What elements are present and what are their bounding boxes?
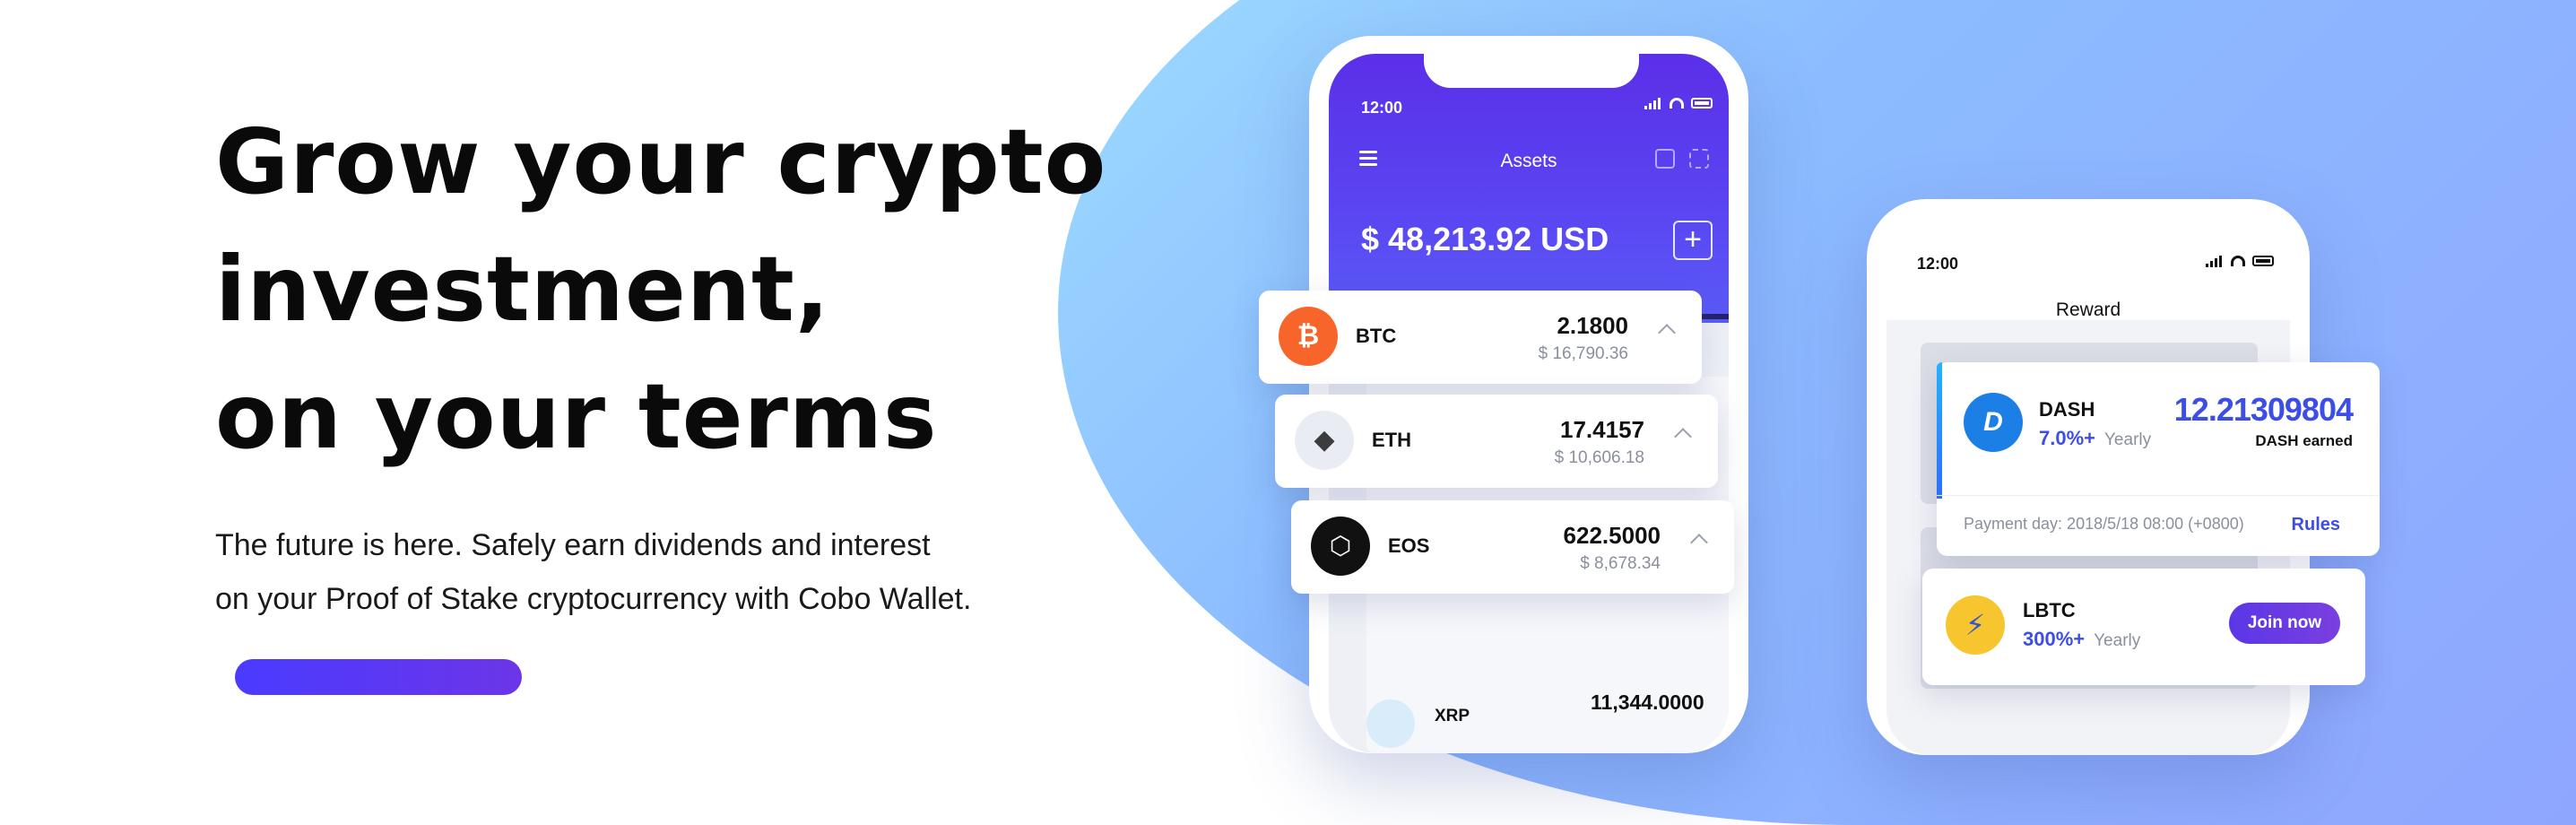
earned-label: DASH earned (2255, 432, 2353, 449)
coin-card-eth[interactable]: ◆ ETH 17.4157 $ 10,606.18 (1275, 395, 1718, 488)
hero-subtitle: The future is here. Safely earn dividend… (215, 518, 1112, 626)
rate-label: Yearly (2104, 430, 2152, 449)
wallet-card-icon[interactable] (1655, 149, 1675, 169)
coin-name: LBTC (2023, 599, 2076, 621)
coin-card-btc[interactable]: ₿ BTC 2.1800 $ 16,790.36 (1259, 291, 1702, 384)
chevron-up-icon[interactable] (1690, 534, 1708, 551)
add-asset-button[interactable]: + (1673, 221, 1713, 260)
earned-amount: 12.21309804 (2173, 391, 2354, 428)
battery-icon (1691, 98, 1713, 109)
reward-card-dash[interactable]: DASH 7.0%+ Yearly 12.21309804 DASH earned… (1937, 362, 2380, 556)
hero-subtitle-line: on your Proof of Stake cryptocurrency wi… (215, 582, 972, 616)
yearly-rate: 7.0%+ Yearly (2039, 427, 2151, 450)
battery-icon (2252, 256, 2274, 266)
coin-usd-value: $ 16,790.36 (1538, 344, 1628, 363)
signal-icon (1644, 97, 1662, 109)
cta-button[interactable] (235, 659, 522, 695)
bitcoin-icon: ₿ (1279, 307, 1338, 366)
coin-amount: 2.1800 (1557, 312, 1628, 339)
rate-label: Yearly (2094, 631, 2141, 650)
wifi-icon (2231, 256, 2245, 266)
status-time: 12:00 (1917, 255, 1959, 273)
coin-symbol: ETH (1372, 429, 1411, 451)
chevron-up-icon[interactable] (1658, 324, 1676, 342)
coin-card-eos[interactable]: ⬡ EOS 622.5000 $ 8,678.34 (1291, 500, 1734, 594)
coin-symbol: EOS (1388, 534, 1430, 557)
assets-header (1329, 54, 1729, 323)
join-now-button[interactable]: Join now (2229, 603, 2340, 644)
ethereum-icon: ◆ (1295, 411, 1354, 470)
coin-amount: 17.4157 (1560, 416, 1644, 443)
lightning-bitcoin-icon: ⚡ (1946, 595, 2005, 655)
eos-icon: ⬡ (1311, 517, 1370, 576)
payment-day: Payment day: 2018/5/18 08:00 (+0800) (1964, 515, 2244, 533)
status-icons (1644, 97, 1713, 109)
hero-title-line: Grow your crypto (215, 109, 1107, 214)
ripple-icon (1366, 699, 1415, 748)
screen-title: Reward (2055, 300, 2121, 320)
yearly-rate: 300%+ Yearly (2023, 628, 2140, 651)
hero-title: Grow your crypto investment, on your ter… (215, 99, 1112, 481)
hero-title-line: investment, (215, 237, 830, 342)
signal-icon (2206, 255, 2224, 267)
total-balance: $ 48,213.92 USD (1361, 221, 1609, 257)
scan-icon[interactable] (1689, 149, 1709, 169)
hero-title-line: on your terms (215, 364, 938, 469)
chevron-up-icon[interactable] (1674, 428, 1692, 446)
coin-usd-value: $ 8,678.34 (1580, 554, 1661, 573)
coin-amount: 622.5000 (1563, 522, 1661, 549)
divider (1937, 495, 2380, 496)
hero-section: Grow your crypto investment, on your ter… (215, 99, 1112, 626)
phone-notch (1424, 54, 1639, 88)
wifi-icon (1670, 98, 1684, 109)
card-accent-bar (1937, 362, 1942, 499)
hero-subtitle-line: The future is here. Safely earn dividend… (215, 528, 931, 562)
dash-icon (1964, 393, 2023, 452)
status-icons (2206, 255, 2274, 267)
coin-amount: 11,344.0000 (1591, 690, 1704, 714)
reward-card-lbtc[interactable]: ⚡ LBTC 300%+ Yearly Join now (1922, 569, 2365, 685)
coin-symbol: XRP (1435, 707, 1470, 725)
rules-link[interactable]: Rules (2292, 515, 2340, 535)
status-time: 12:00 (1361, 99, 1403, 117)
coin-usd-value: $ 10,606.18 (1554, 448, 1644, 467)
rate-value: 7.0%+ (2039, 427, 2095, 449)
rate-value: 300%+ (2023, 628, 2086, 650)
coin-name: DASH (2039, 398, 2095, 421)
coin-symbol: BTC (1356, 325, 1397, 347)
